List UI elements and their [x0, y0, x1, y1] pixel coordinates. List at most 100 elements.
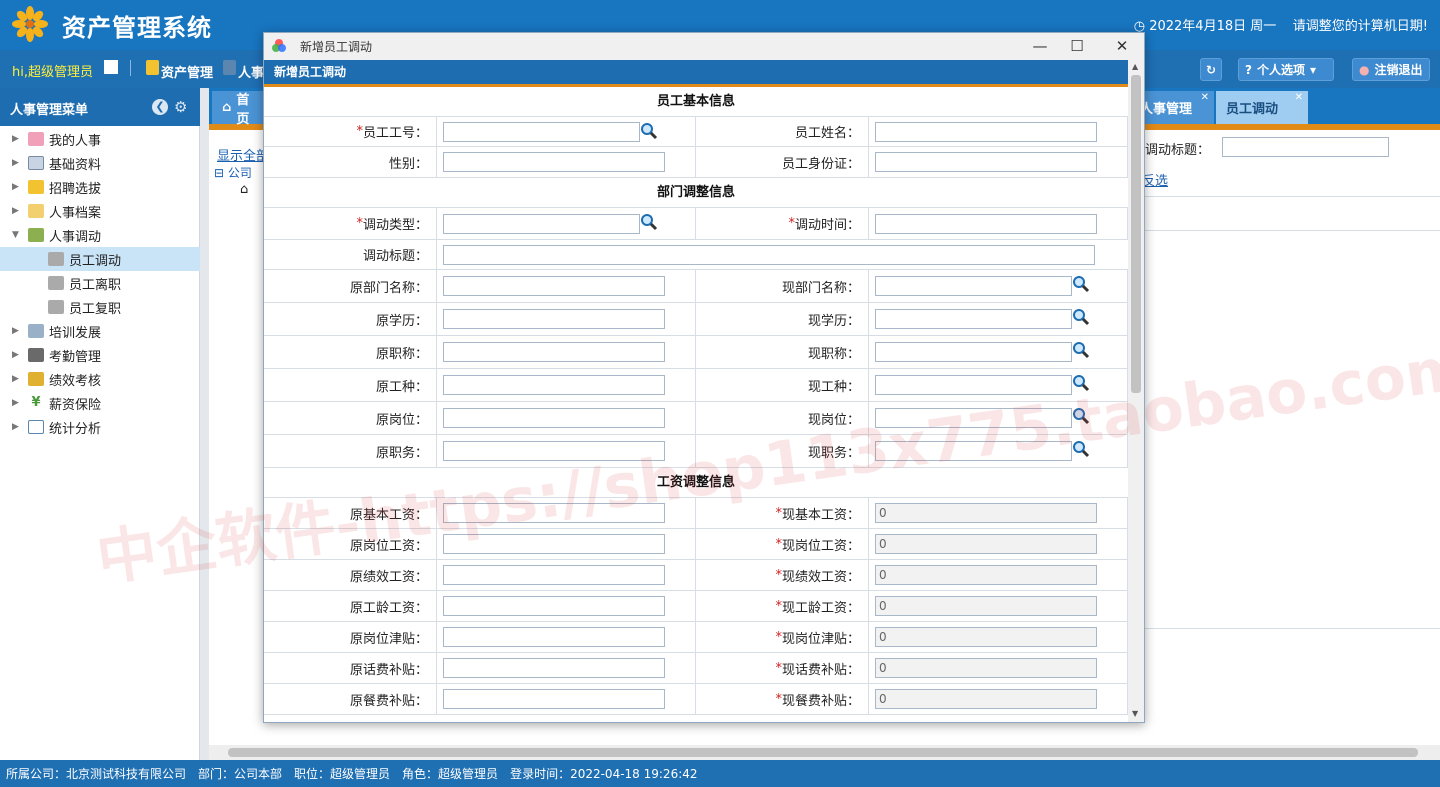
old-salary-input[interactable] — [443, 658, 665, 678]
sidebar-item-rehire[interactable]: 员工复职 — [0, 295, 200, 319]
new-field-input[interactable] — [875, 342, 1072, 362]
new-salary-input[interactable] — [875, 596, 1097, 616]
old-field-cell — [437, 303, 696, 335]
calculator-icon[interactable] — [104, 60, 118, 74]
dialog-titlebar[interactable]: 新增员工调动 — ☐ ✕ — [264, 33, 1144, 60]
new-salary-input[interactable] — [875, 689, 1097, 709]
label-text: 调动时间： — [794, 218, 860, 233]
search-icon[interactable] — [1072, 275, 1090, 293]
sidebar-item-recruit[interactable]: ▶ 招聘选拔 — [0, 175, 200, 199]
maximize-icon[interactable]: ☐ — [1061, 35, 1093, 57]
sidebar-item-basic-data[interactable]: ▶ 基础资料 — [0, 151, 200, 175]
refresh-button[interactable]: ↻ — [1200, 58, 1222, 81]
new-field-input[interactable] — [875, 309, 1072, 329]
emp-no-input[interactable] — [443, 121, 640, 142]
emp-name-input[interactable] — [875, 121, 1097, 142]
folder-icon — [28, 204, 44, 218]
sidebar-item-statistics[interactable]: ▶ 统计分析 — [0, 415, 200, 439]
new-salary-input[interactable] — [875, 503, 1097, 523]
sidebar-item-archive[interactable]: ▶ 人事档案 — [0, 199, 200, 223]
form-row: * 调动类型： * 调动时间： — [264, 208, 1128, 240]
vertical-scroll-thumb[interactable] — [1131, 75, 1141, 393]
new-field-label: 现学历： — [696, 303, 869, 335]
new-field-input[interactable] — [875, 375, 1072, 395]
old-salary-input[interactable] — [443, 627, 665, 647]
sidebar-item-employee-transfer[interactable]: 员工调动 — [0, 247, 200, 271]
show-all-link[interactable]: 显示全部 — [217, 145, 269, 164]
old-field-input[interactable] — [443, 375, 665, 395]
date-hint: 请调整您的计算机日期! — [1292, 19, 1428, 34]
search-icon[interactable] — [1072, 341, 1090, 359]
emp-no-label: * 员工工号： — [264, 117, 437, 146]
new-field-cell — [869, 402, 1128, 434]
id-card-input[interactable] — [875, 152, 1097, 172]
label-text: 现部门名称： — [781, 280, 860, 296]
splitter[interactable] — [200, 88, 209, 760]
transfer-type-input[interactable] — [443, 213, 640, 234]
new-field-input[interactable] — [875, 408, 1072, 428]
close-icon[interactable]: ✕ — [1295, 92, 1303, 103]
search-icon[interactable] — [1072, 308, 1090, 326]
transfer-title-input[interactable] — [443, 244, 1095, 265]
new-salary-input[interactable] — [875, 627, 1097, 647]
new-field-input[interactable] — [875, 441, 1072, 461]
sidebar-item-performance[interactable]: ▶ 绩效考核 — [0, 367, 200, 391]
new-field-label: 现岗位： — [696, 402, 869, 434]
close-icon[interactable]: ✕ — [1201, 92, 1209, 103]
sidebar-item-my-hr[interactable]: ▶ 我的人事 — [0, 127, 200, 151]
sidebar-item-attendance[interactable]: ▶ 考勤管理 — [0, 343, 200, 367]
scroll-up-icon[interactable]: ▲ — [1132, 62, 1138, 71]
sidebar-item-label: 绩效考核 — [49, 373, 102, 389]
logout-button[interactable]: ● 注销退出 — [1352, 58, 1430, 81]
add-transfer-dialog: 新增员工调动 — ☐ ✕ 新增员工调动 ▲ ▼ 员工基本信息 * 员工工号： 员工… — [263, 32, 1145, 723]
new-field-input[interactable] — [875, 276, 1072, 296]
old-salary-input[interactable] — [443, 565, 665, 585]
old-salary-input[interactable] — [443, 503, 665, 523]
collapse-icon[interactable]: ❮ — [152, 99, 168, 115]
card-icon — [28, 156, 44, 170]
old-salary-label: 原岗位津贴： — [264, 622, 437, 652]
old-field-input[interactable] — [443, 408, 665, 428]
old-field-input[interactable] — [443, 276, 665, 296]
search-icon[interactable] — [1072, 440, 1090, 458]
scroll-down-icon[interactable]: ▼ — [1132, 709, 1138, 718]
label-text: 员工身份证： — [781, 156, 860, 172]
tab-home[interactable]: ⌂ 首页 — [212, 91, 268, 127]
divider — [130, 60, 131, 76]
personal-label: 个人选项 — [1256, 63, 1305, 77]
old-field-input[interactable] — [443, 342, 665, 362]
horizontal-scroll-thumb[interactable] — [228, 748, 1418, 757]
search-icon[interactable] — [1072, 374, 1090, 392]
new-salary-input[interactable] — [875, 534, 1097, 554]
gender-input[interactable] — [443, 152, 665, 172]
search-icon[interactable] — [640, 122, 658, 140]
label-text: 现餐费补贴： — [781, 693, 860, 709]
module-hr[interactable]: 人事 — [238, 62, 264, 81]
transfer-time-input[interactable] — [875, 213, 1097, 234]
close-icon[interactable]: ✕ — [1106, 35, 1138, 57]
old-field-input[interactable] — [443, 441, 665, 461]
tree-company[interactable]: ⊟ 公司 — [214, 164, 252, 181]
personal-options-button[interactable]: ? 个人选项 ▾ — [1238, 58, 1334, 81]
new-salary-input[interactable] — [875, 565, 1097, 585]
new-salary-input[interactable] — [875, 658, 1097, 678]
monitor-icon — [28, 324, 44, 338]
sidebar-item-training[interactable]: ▶ 培训发展 — [0, 319, 200, 343]
module-asset[interactable]: 资产管理 — [161, 62, 213, 81]
search-icon[interactable] — [640, 213, 658, 231]
tab-employee-transfer[interactable]: 员工调动 ✕ — [1216, 91, 1308, 124]
home-icon: ⌂ — [222, 100, 232, 115]
sidebar-item-salary[interactable]: ▶ ¥ 薪资保险 — [0, 391, 200, 415]
old-salary-input[interactable] — [443, 689, 665, 709]
sidebar-item-resign[interactable]: 员工离职 — [0, 271, 200, 295]
minimize-icon[interactable]: — — [1024, 35, 1056, 57]
old-salary-input[interactable] — [443, 534, 665, 554]
old-salary-input[interactable] — [443, 596, 665, 616]
reverse-select-link[interactable]: 反选 — [1142, 170, 1168, 189]
gear-icon[interactable]: ⚙ — [174, 99, 190, 115]
search-icon[interactable] — [1072, 407, 1090, 425]
status-post: 职位：超级管理员 — [294, 767, 391, 781]
old-field-input[interactable] — [443, 309, 665, 329]
sidebar-item-transfer[interactable]: ▼ 人事调动 — [0, 223, 200, 247]
title-filter-input[interactable] — [1222, 137, 1389, 157]
